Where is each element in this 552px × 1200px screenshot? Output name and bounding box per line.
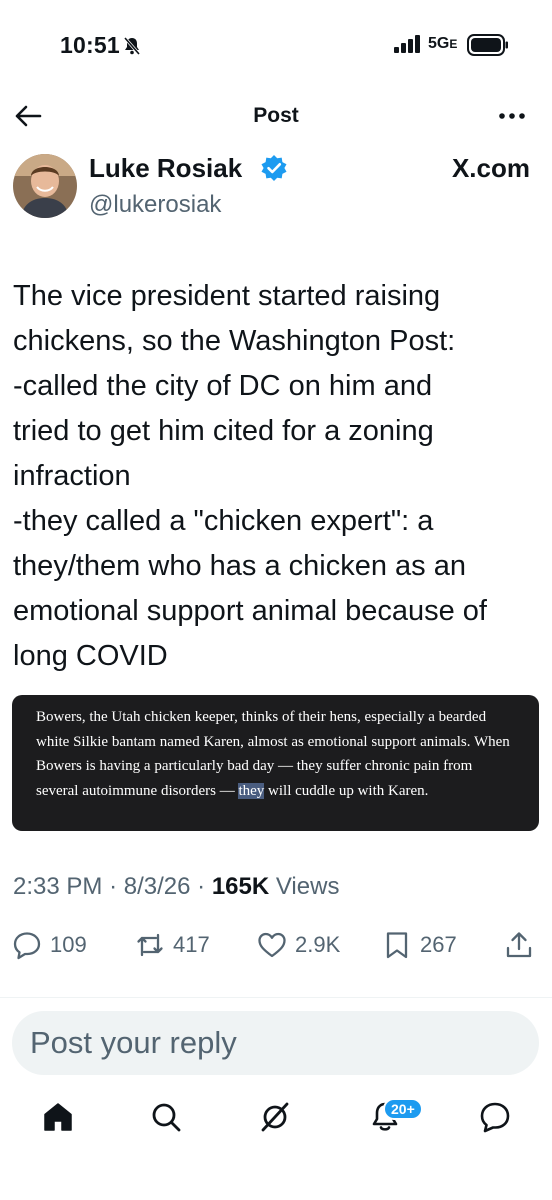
reply-input[interactable]: [12, 1011, 539, 1075]
repost-count: 417: [173, 932, 210, 957]
bookmark-count: 267: [420, 932, 457, 957]
reply-icon: [13, 932, 41, 960]
like-button[interactable]: 2.9K: [257, 925, 340, 965]
divider: [0, 997, 552, 998]
post-text: The vice president started raising chick…: [13, 280, 487, 672]
post-time: 2:33 PM: [13, 873, 103, 900]
bottom-nav: [0, 1090, 552, 1150]
author-handle[interactable]: @lukerosiak: [89, 191, 221, 219]
quote-highlighted-word: they: [238, 782, 265, 799]
status-time: 10:51: [60, 32, 120, 58]
avatar[interactable]: [13, 154, 77, 218]
bookmark-icon: [386, 932, 408, 959]
network-label: 5GE: [428, 35, 458, 52]
status-bar: 10:51 5GE: [0, 0, 552, 92]
post-date: 8/3/26: [123, 873, 191, 900]
meta-separator: ·: [197, 873, 212, 900]
nav-search[interactable]: [149, 1100, 183, 1134]
home-icon: [44, 1103, 72, 1131]
views-count: 165K: [211, 873, 270, 900]
meta-separator: ·: [109, 873, 124, 900]
like-count: 2.9K: [295, 932, 341, 957]
battery-icon: [467, 34, 508, 56]
search-icon: [152, 1103, 181, 1132]
quote-text-after: will cuddle up with Karen.: [264, 782, 429, 799]
repost-button[interactable]: 417: [135, 925, 210, 965]
post-header: Post: [0, 92, 552, 140]
avatar-image: [13, 154, 77, 218]
views-label: Views: [275, 873, 340, 900]
share-button[interactable]: [504, 925, 534, 965]
verified-badge-icon: [261, 155, 287, 181]
nav-messages[interactable]: [478, 1100, 512, 1134]
nav-grok[interactable]: [258, 1100, 292, 1134]
grok-icon: [261, 1102, 289, 1132]
nav-home[interactable]: [41, 1100, 75, 1134]
quote-text: Bowers, the Utah chicken keeper, thinks …: [36, 705, 517, 803]
post-meta: 2:33 PM · 8/3/26 · 165K Views: [13, 873, 339, 901]
bookmark-button[interactable]: 267: [382, 925, 457, 965]
bell-muted-icon: [123, 37, 141, 55]
action-bar: 109 417 2.9K 267: [0, 925, 552, 965]
repost-icon: [137, 933, 163, 957]
heart-icon: [258, 932, 286, 958]
messages-icon: [480, 1102, 510, 1133]
author-name[interactable]: Luke Rosiak: [89, 153, 242, 184]
reply-button[interactable]: 109: [12, 925, 87, 965]
more-options-icon[interactable]: [496, 104, 528, 128]
page-title: Post: [253, 104, 299, 127]
share-icon: [506, 932, 532, 958]
source-watermark: X.com: [451, 153, 530, 183]
reply-count: 109: [50, 932, 87, 957]
quoted-text-screenshot: Bowers, the Utah chicken keeper, thinks …: [12, 695, 539, 831]
signal-icon: [394, 35, 420, 53]
home-indicator: [176, 1178, 376, 1184]
notification-badge: 20+: [383, 1098, 423, 1120]
